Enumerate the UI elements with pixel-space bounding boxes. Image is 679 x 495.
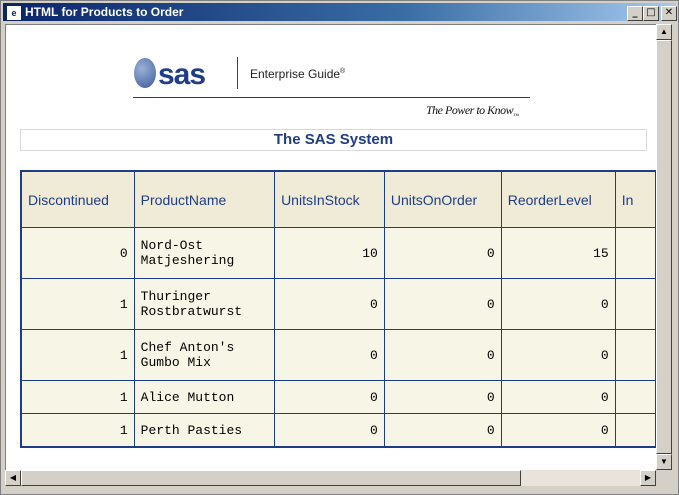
window-title: HTML for Products to Order: [25, 5, 184, 19]
table-row: 1 Chef Anton's Gumbo Mix 0 0 0: [20, 329, 657, 381]
cell-unitsinstock: 0: [274, 329, 385, 381]
productname-line2: Rostbratwurst: [140, 304, 243, 319]
sas-logo-text: sas: [158, 58, 206, 91]
cell-productname: Perth Pasties: [133, 413, 276, 448]
vertical-scroll-thumb[interactable]: [656, 40, 672, 454]
cell-discontinued: 1: [20, 380, 135, 414]
vertical-scrollbar[interactable]: ▲ ▼: [656, 24, 672, 470]
column-header-unitsonorder[interactable]: UnitsOnOrder: [383, 170, 502, 228]
scroll-up-arrow-icon[interactable]: ▲: [656, 24, 672, 40]
table-row: 1 Perth Pasties 0 0 0: [20, 413, 657, 448]
cell-productname: Thuringer Rostbratwurst: [133, 278, 276, 330]
cell-unitsinstock: 10: [274, 227, 385, 279]
cell-reorderlevel: 0: [500, 413, 616, 448]
cell-truncated: [614, 227, 657, 279]
productname-line1: Nord-Ost: [140, 238, 204, 253]
cell-unitsonorder: 0: [383, 278, 502, 330]
cell-unitsonorder: 0: [383, 380, 502, 414]
cell-unitsinstock: 0: [274, 380, 385, 414]
column-header-productname[interactable]: ProductName: [133, 170, 276, 228]
cell-unitsinstock: 0: [274, 278, 385, 330]
table-row: 1 Alice Mutton 0 0 0: [20, 380, 657, 414]
trademark-mark: ™: [513, 113, 519, 120]
cell-truncated: [614, 329, 657, 381]
scroll-right-arrow-icon[interactable]: ▶: [640, 470, 656, 486]
column-header-truncated[interactable]: In: [614, 170, 657, 228]
logo-tagline: The Power to Know™: [426, 103, 519, 119]
cell-truncated: [614, 278, 657, 330]
close-button[interactable]: ✕: [661, 6, 677, 21]
cell-unitsonorder: 0: [383, 329, 502, 381]
tagline-text: The Power to Know: [426, 103, 514, 117]
cell-truncated: [614, 413, 657, 448]
cell-discontinued: 1: [20, 413, 135, 448]
maximize-button[interactable]: □: [643, 6, 659, 21]
product-name: Enterprise Guide: [250, 67, 341, 81]
scroll-left-arrow-icon[interactable]: ◀: [5, 470, 21, 486]
registered-mark: ®: [340, 68, 346, 75]
browser-window: e HTML for Products to Order _ □ ✕ sas E…: [0, 0, 679, 495]
sas-logo-mark-icon: [134, 58, 156, 88]
column-header-discontinued[interactable]: Discontinued: [20, 170, 135, 228]
horizontal-scrollbar[interactable]: ◀ ▶: [5, 470, 656, 486]
cell-productname: Chef Anton's Gumbo Mix: [133, 329, 276, 381]
sas-logo: sas: [134, 58, 206, 92]
cell-productname: Alice Mutton: [133, 380, 276, 414]
cell-reorderlevel: 0: [500, 380, 616, 414]
column-header-reorderlevel[interactable]: ReorderLevel: [500, 170, 616, 228]
scrollbar-corner: [656, 470, 672, 486]
cell-reorderlevel: 0: [500, 329, 616, 381]
report-title: The SAS System: [20, 129, 647, 151]
column-header-unitsinstock[interactable]: UnitsInStock: [274, 170, 385, 228]
table-row: 0 Nord-Ost Matjeshering 10 0 15: [20, 227, 657, 279]
app-icon[interactable]: e: [6, 5, 22, 21]
table-header-row: Discontinued ProductName UnitsInStock Un…: [20, 170, 657, 228]
enterprise-guide-label: Enterprise Guide®: [250, 67, 345, 81]
logo-divider: [237, 57, 238, 89]
products-table: Discontinued ProductName UnitsInStock Un…: [20, 170, 657, 448]
logo-rule: [133, 97, 530, 98]
cell-discontinued: 1: [20, 278, 135, 330]
productname-line2: Gumbo Mix: [140, 355, 211, 370]
cell-productname: Nord-Ost Matjeshering: [133, 227, 276, 279]
table-row: 1 Thuringer Rostbratwurst 0 0 0: [20, 278, 657, 330]
cell-unitsonorder: 0: [383, 413, 502, 448]
productname-line2: Matjeshering: [140, 253, 235, 268]
productname-line1: Chef Anton's: [140, 340, 235, 355]
cell-truncated: [614, 380, 657, 414]
cell-reorderlevel: 0: [500, 278, 616, 330]
report-content: sas Enterprise Guide® The Power to Know™…: [5, 24, 657, 471]
scroll-down-arrow-icon[interactable]: ▼: [656, 454, 672, 470]
cell-unitsinstock: 0: [274, 413, 385, 448]
cell-unitsonorder: 0: [383, 227, 502, 279]
productname-line1: Thuringer: [140, 289, 211, 304]
cell-reorderlevel: 15: [500, 227, 616, 279]
minimize-button[interactable]: _: [627, 6, 643, 21]
horizontal-scroll-thumb[interactable]: [21, 470, 521, 486]
cell-discontinued: 0: [20, 227, 135, 279]
cell-discontinued: 1: [20, 329, 135, 381]
title-bar[interactable]: e HTML for Products to Order _ □ ✕: [3, 3, 677, 21]
